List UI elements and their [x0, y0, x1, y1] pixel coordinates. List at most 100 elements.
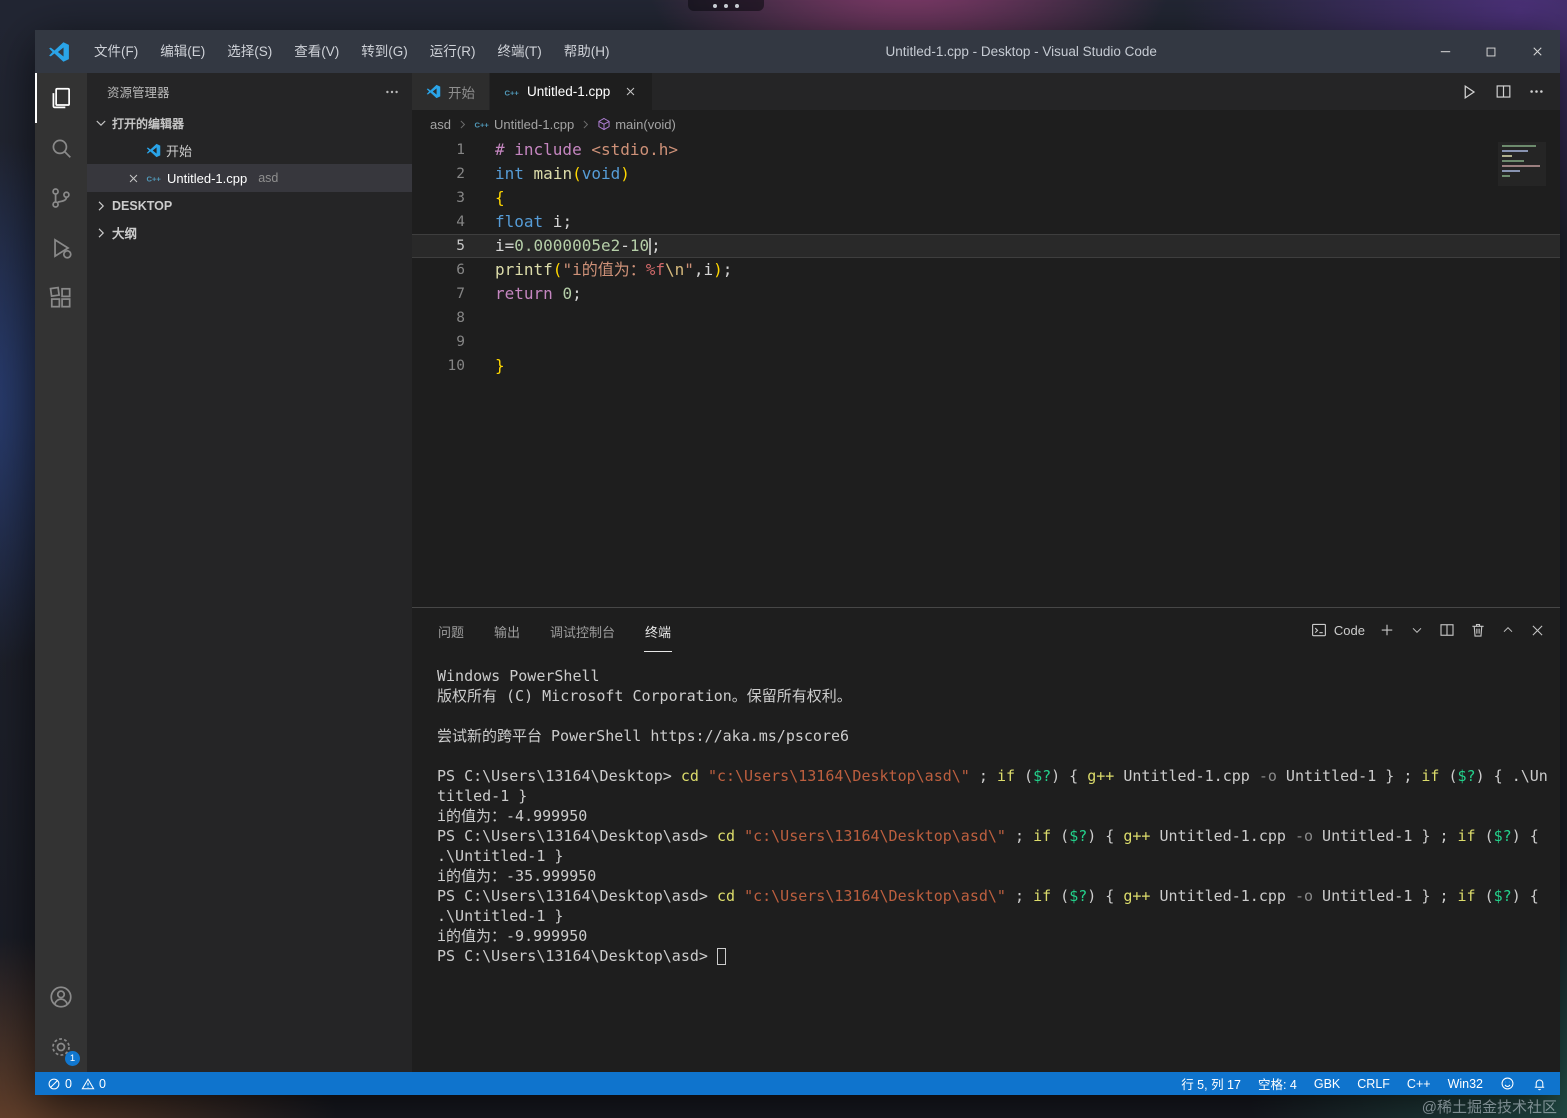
terminal-line: i的值为：-4.999950	[437, 806, 1550, 826]
run-file-icon[interactable]	[1459, 82, 1479, 102]
svg-text:C++: C++	[147, 175, 162, 184]
text-segment: if	[1033, 827, 1052, 845]
close-window-button[interactable]	[1514, 30, 1560, 73]
code-line-4[interactable]: 4 float i;	[412, 210, 1560, 234]
panel-tab-problems[interactable]: 问题	[437, 609, 465, 652]
window-controls	[1422, 30, 1560, 73]
code-line-7[interactable]: 7 return 0;	[412, 282, 1560, 306]
line-number: 4	[456, 214, 465, 230]
tab-untitled-cpp[interactable]: C++ Untitled-1.cpp	[490, 73, 654, 110]
activity-search-button[interactable]	[35, 123, 87, 173]
minimap[interactable]	[1498, 142, 1546, 186]
code-line-10[interactable]: 10}	[412, 354, 1560, 378]
code-editor[interactable]: 1 # include <stdio.h> 2 int main(void) 3{4 fl…	[412, 138, 1560, 607]
split-terminal-icon[interactable]	[1438, 621, 1456, 639]
code-lines: 1 # include <stdio.h> 2 int main(void) 3{4 fl…	[412, 138, 1560, 378]
activity-explorer-button[interactable]	[35, 73, 87, 123]
vscode-file-icon	[426, 84, 441, 99]
text-segment	[553, 284, 563, 303]
terminal-profile[interactable]: Code	[1310, 621, 1365, 639]
minimize-button[interactable]	[1422, 30, 1468, 73]
code-line-1[interactable]: 1 # include <stdio.h>	[412, 138, 1560, 162]
close-editor-icon[interactable]	[125, 171, 141, 186]
status-bar: 0 0 行 5, 列 17 空格: 4 GBK CRLF C++ Win32	[35, 1072, 1560, 1095]
text-segment: Windows PowerShell	[437, 667, 600, 685]
error-icon	[47, 1077, 61, 1091]
text-segment: .\Untitled-1 }	[437, 847, 564, 865]
code-line-8[interactable]: 8	[412, 306, 1560, 330]
status-platform[interactable]: Win32	[1448, 1077, 1483, 1091]
breadcrumb-symbol[interactable]: main(void)	[597, 117, 676, 132]
activity-account-button[interactable]	[35, 972, 87, 1022]
text-segment: "	[684, 260, 694, 279]
close-panel-icon[interactable]	[1529, 622, 1546, 639]
text-segment: (	[572, 164, 582, 183]
status-cursor-position[interactable]: 行 5, 列 17	[1181, 1074, 1241, 1093]
problems-status[interactable]: 0 0	[47, 1077, 106, 1091]
text-segment: 10	[629, 236, 650, 255]
panel-tab-debug-console[interactable]: 调试控制台	[549, 609, 616, 652]
panel-tab-terminal[interactable]: 终端	[644, 609, 673, 652]
menu-goto[interactable]: 转到(G)	[350, 30, 419, 73]
code-line-3[interactable]: 3{	[412, 186, 1560, 210]
text-segment: Untitled-1 } ;	[1313, 827, 1458, 845]
more-actions-icon[interactable]	[384, 84, 400, 100]
activity-source-control-button[interactable]	[35, 173, 87, 223]
text-segment: -o	[1258, 767, 1277, 785]
trash-icon[interactable]	[1469, 621, 1487, 639]
line-number: 6	[456, 262, 465, 278]
text-segment: ;	[1005, 887, 1034, 905]
breadcrumb-label: Untitled-1.cpp	[493, 116, 575, 132]
panel-tab-output[interactable]: 输出	[493, 609, 521, 652]
bell-icon[interactable]	[1532, 1076, 1547, 1091]
new-terminal-icon[interactable]	[1378, 621, 1396, 639]
text-segment: PS C:\Users\13164\Desktop>	[437, 767, 681, 785]
open-editor-item-welcome[interactable]: 开始	[87, 136, 412, 164]
status-encoding[interactable]: GBK	[1314, 1077, 1340, 1091]
chevron-up-icon[interactable]	[1500, 622, 1516, 638]
maximize-button[interactable]	[1468, 30, 1514, 73]
feedback-smiley-icon[interactable]	[1500, 1076, 1515, 1091]
close-tab-icon[interactable]	[623, 84, 638, 99]
menu-file[interactable]: 文件(F)	[83, 30, 149, 73]
code-line-2[interactable]: 2 int main(void)	[412, 162, 1560, 186]
status-indentation[interactable]: 空格: 4	[1258, 1074, 1297, 1093]
breadcrumb-folder[interactable]: asd	[430, 117, 451, 132]
text-segment: $?	[1033, 767, 1052, 785]
code-line-5[interactable]: 5 i=0.0000005e2-10;	[412, 234, 1560, 258]
tab-welcome[interactable]: 开始	[412, 73, 490, 110]
status-eol[interactable]: CRLF	[1357, 1077, 1390, 1091]
editor-actions	[1459, 73, 1560, 110]
menu-terminal[interactable]: 终端(T)	[487, 30, 553, 73]
line-number: 2	[456, 166, 465, 182]
open-editors-section[interactable]: 打开的编辑器	[87, 110, 412, 136]
breadcrumb-file[interactable]: C++ Untitled-1.cpp	[474, 116, 574, 132]
sidebar-section-desktop[interactable]: DESKTOP	[87, 192, 412, 219]
line-number: 1	[456, 142, 465, 158]
activity-extensions-button[interactable]	[35, 273, 87, 323]
menu-run[interactable]: 运行(R)	[419, 30, 487, 73]
more-actions-icon[interactable]	[1528, 83, 1545, 100]
text-segment: 0	[562, 284, 573, 303]
text-segment: return	[495, 284, 553, 303]
terminal-output[interactable]: Windows PowerShell 版权所有 (C) Microsoft Cor…	[412, 652, 1560, 1072]
menu-help[interactable]: 帮助(H)	[553, 30, 621, 73]
sidebar-section-outline[interactable]: 大纲	[87, 219, 412, 246]
activity-settings-button[interactable]: 1	[35, 1022, 87, 1072]
status-language[interactable]: C++	[1407, 1077, 1431, 1091]
menu-view[interactable]: 查看(V)	[283, 30, 350, 73]
chevron-down-icon[interactable]	[1409, 622, 1425, 638]
error-count: 0	[65, 1076, 72, 1091]
open-editor-item-untitled[interactable]: C++ Untitled-1.cpp asd	[87, 164, 412, 192]
split-editor-icon[interactable]	[1494, 82, 1513, 101]
screen-recorder-overlay	[688, 0, 764, 11]
text-segment: if	[1421, 767, 1440, 785]
code-line-9[interactable]: 9	[412, 330, 1560, 354]
text-segment: ,i	[693, 260, 714, 279]
activity-run-debug-button[interactable]	[35, 223, 87, 273]
text-segment: i;	[543, 212, 573, 231]
menu-selection[interactable]: 选择(S)	[216, 30, 283, 73]
menu-edit[interactable]: 编辑(E)	[149, 30, 216, 73]
code-line-6[interactable]: 6 printf("i的值为：%f\n",i);	[412, 258, 1560, 282]
text-segment: (	[1015, 767, 1034, 785]
